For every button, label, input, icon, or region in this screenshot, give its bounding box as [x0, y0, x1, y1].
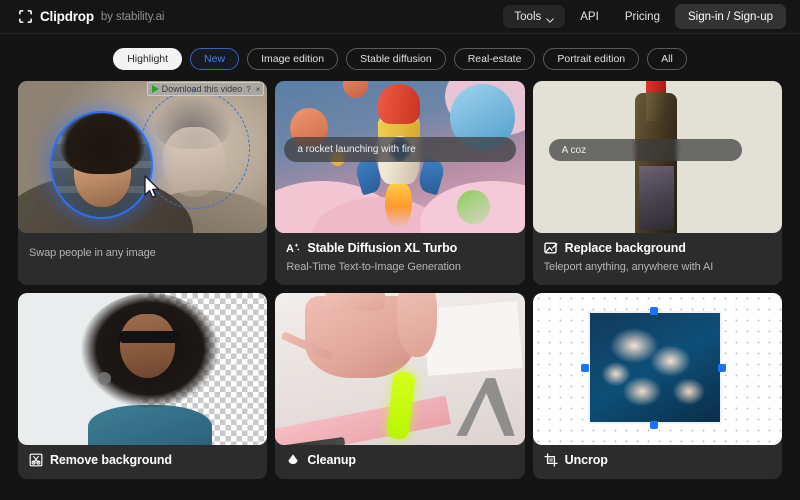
scissors-icon [29, 453, 43, 467]
tool-card-face-swap[interactable]: Download this video ? × Swap people in a… [18, 81, 268, 285]
brand-tagline: by stability.ai [100, 10, 165, 23]
download-this-video-overlay[interactable]: Download this video ? × [146, 82, 265, 96]
eraser-drop-icon [286, 453, 300, 467]
filter-chip-row: Highlight New Image edition Stable diffu… [0, 34, 800, 81]
card-subtitle: Teleport anything, anywhere with AI [543, 261, 714, 273]
clipdrop-brackets-icon [18, 9, 33, 24]
play-triangle-icon [151, 85, 159, 93]
before-after-slider-handle[interactable] [97, 372, 111, 386]
card-body: Cleanup [275, 445, 524, 479]
card-title-row: A Stable Diffusion XL Turbo [286, 241, 513, 255]
crop-expand-icon [544, 453, 558, 467]
tool-card-remove-background[interactable]: Remove background [18, 293, 268, 479]
magic-text-icon: A [286, 241, 300, 255]
tool-card-uncrop[interactable]: Uncrop [532, 293, 782, 479]
brand[interactable]: Clipdrop by stability.ai [18, 9, 164, 24]
wine-bottle-preview: A coz [532, 81, 782, 233]
card-subtitle: Swap people in any image [29, 247, 156, 259]
background-prompt-field[interactable]: A coz [548, 139, 742, 161]
filter-chip-highlight[interactable]: Highlight [113, 48, 183, 70]
uncrop-handle-top[interactable] [649, 306, 658, 315]
uncrop-handle-left[interactable] [581, 364, 590, 373]
download-overlay-help-button[interactable]: ? [245, 85, 251, 94]
filter-chip-real-estate[interactable]: Real-estate [453, 48, 536, 70]
cutout-checkerboard-preview [18, 293, 268, 445]
svg-text:A: A [286, 243, 294, 255]
prompt-text-field[interactable]: a rocket launching with fire [284, 137, 516, 162]
filter-chip-new[interactable]: New [190, 48, 240, 70]
download-overlay-label: Download this video [161, 84, 243, 94]
uncrop-handle-bottom[interactable] [649, 420, 658, 429]
mouse-cursor-icon [143, 175, 160, 200]
filter-chip-image-edition[interactable]: Image edition [247, 48, 339, 70]
background-prompt-value: A coz [561, 144, 587, 156]
card-title-row: Replace background [543, 241, 771, 255]
tool-card-replace-background[interactable]: A coz Replace background Teleport anythi… [532, 81, 782, 285]
main-nav: Tools API Pricing Sign-in / Sign-up [503, 4, 786, 29]
tool-card-stable-diffusion-xl-turbo[interactable]: a rocket launching with fire A Stable Di… [275, 81, 525, 285]
nav-tools-dropdown[interactable]: Tools [503, 5, 566, 28]
card-body: Uncrop [533, 445, 782, 479]
card-title: Stable Diffusion XL Turbo [307, 241, 458, 255]
object-removal-preview [275, 293, 525, 445]
chevron-down-icon [546, 14, 554, 23]
card-body: A Stable Diffusion XL Turbo Real-Time Te… [275, 233, 524, 285]
card-title-row: Remove background [29, 453, 256, 467]
tool-card-cleanup[interactable]: Cleanup [275, 293, 525, 479]
uncrop-canvas-preview [532, 293, 782, 445]
brand-name: Clipdrop [40, 9, 94, 24]
signin-signup-button[interactable]: Sign-in / Sign-up [674, 4, 786, 29]
filter-chip-all[interactable]: All [647, 48, 687, 70]
card-body: Swap people in any image [18, 233, 267, 271]
card-title: Remove background [50, 453, 172, 467]
download-overlay-close-button[interactable]: × [255, 85, 262, 94]
site-header: Clipdrop by stability.ai Tools API Prici… [0, 0, 800, 34]
filter-chip-stable-diffusion[interactable]: Stable diffusion [346, 48, 446, 70]
image-edit-icon [543, 241, 558, 255]
nav-tools-label: Tools [514, 10, 542, 23]
tool-card-grid: Download this video ? × Swap people in a… [0, 81, 800, 479]
card-body: Remove background [18, 445, 267, 479]
nav-api-link[interactable]: API [569, 5, 610, 28]
prompt-text-value: a rocket launching with fire [297, 144, 416, 155]
rocket-generation-preview: a rocket launching with fire [275, 81, 525, 233]
nav-pricing-link[interactable]: Pricing [614, 5, 671, 28]
card-title-row: Cleanup [286, 453, 513, 467]
card-title: Replace background [564, 241, 686, 255]
uncrop-handle-right[interactable] [718, 364, 727, 373]
card-title-row: Uncrop [544, 453, 771, 467]
card-subtitle: Real-Time Text-to-Image Generation [286, 261, 461, 273]
card-title: Uncrop [564, 453, 608, 467]
face-swap-preview: Download this video ? × [18, 81, 268, 233]
filter-chip-portrait-edition[interactable]: Portrait edition [543, 48, 640, 70]
card-title: Cleanup [307, 453, 356, 467]
card-body: Replace background Teleport anything, an… [533, 233, 782, 285]
